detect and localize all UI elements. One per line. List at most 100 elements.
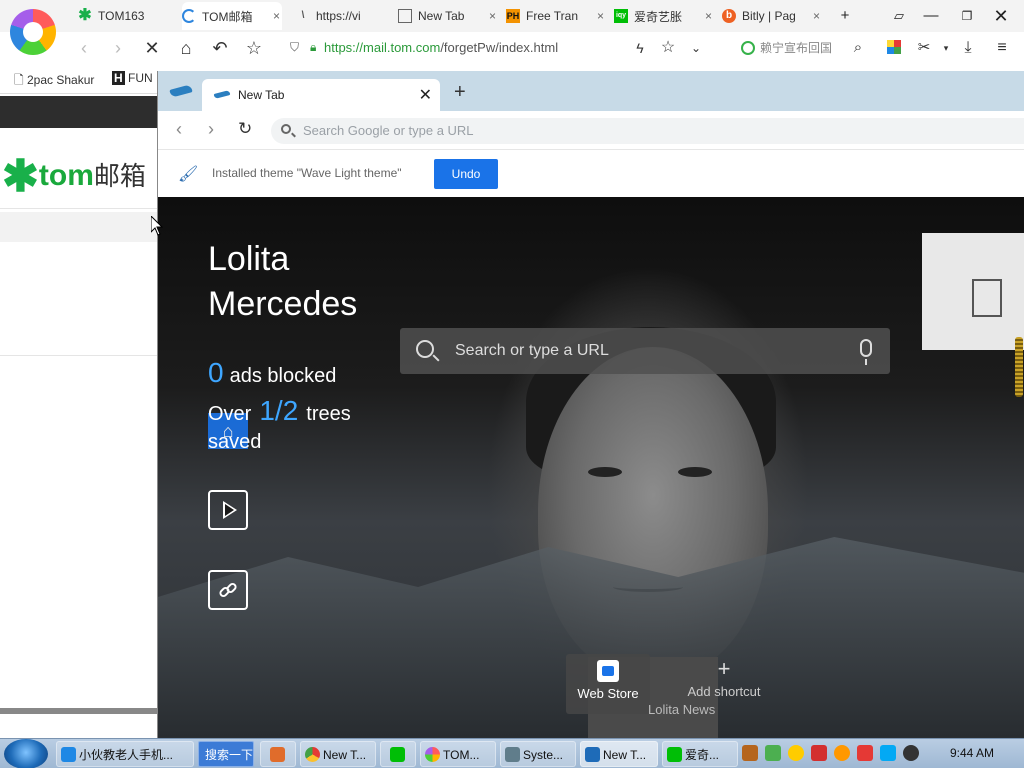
menu-icon[interactable]: ≡: [990, 36, 1014, 60]
close-tab-icon[interactable]: ×: [705, 9, 712, 23]
page-bottom-bar: [0, 708, 160, 714]
play-button[interactable]: [208, 490, 248, 530]
inner-tab-new-tab[interactable]: New Tab ✕: [202, 79, 440, 111]
stop-button[interactable]: ✕: [140, 36, 164, 60]
taskbar-label: New T...: [323, 748, 367, 762]
minimize-button[interactable]: —: [914, 4, 948, 28]
iqiyi-icon: [667, 747, 682, 762]
outer-tab-tom163[interactable]: ✱ TOM163: [78, 2, 178, 30]
taskbar-item-new-tab[interactable]: New T...: [580, 741, 658, 767]
web-store-icon: [597, 660, 619, 682]
close-tab-icon[interactable]: ×: [273, 9, 280, 23]
forward-button[interactable]: ›: [106, 36, 130, 60]
tray-icon[interactable]: [765, 745, 781, 761]
undo-icon[interactable]: ↶: [208, 36, 232, 60]
volume-icon[interactable]: [903, 745, 919, 761]
bookmark-fun[interactable]: H FUN: [112, 71, 153, 85]
ntp-search-box[interactable]: Search or type a URL: [400, 328, 890, 374]
close-window-button[interactable]: ✕: [984, 4, 1018, 28]
restore-button[interactable]: ❐: [950, 4, 984, 28]
page-top-bar: [0, 96, 160, 128]
back-button[interactable]: ‹: [72, 36, 96, 60]
browser-logo-icon[interactable]: [10, 9, 56, 55]
tray-icon[interactable]: [811, 745, 827, 761]
taskbar-search-button[interactable]: 搜索一下: [198, 741, 254, 767]
taskbar-item-app[interactable]: [260, 741, 296, 767]
tray-icon[interactable]: [834, 745, 850, 761]
taskbar-item-ie[interactable]: 小伙教老人手机...: [56, 741, 194, 767]
outer-title-bar: ✱ TOM163 TOM邮箱 × \ https://vi New Tab × …: [0, 0, 1024, 32]
greeting-line1: Lolita: [208, 240, 290, 278]
taskbar-item-iqiyi-window[interactable]: 爱奇...: [662, 741, 738, 767]
outer-tab-label: 爱奇艺胀: [634, 9, 683, 24]
inner-tab-strip: New Tab ✕ +: [158, 71, 1024, 111]
back-button[interactable]: ‹: [176, 119, 182, 140]
outer-tab-tom-mail[interactable]: TOM邮箱 ×: [182, 2, 282, 30]
outer-tab-free-tran[interactable]: PH Free Tran ×: [506, 2, 606, 30]
outer-tab-new-tab[interactable]: New Tab ×: [398, 2, 498, 30]
start-button[interactable]: [4, 739, 48, 768]
skin-button[interactable]: ▱: [882, 4, 916, 28]
new-tab-button[interactable]: +: [828, 4, 862, 28]
shortcut-add[interactable]: + Add shortcut: [682, 654, 766, 714]
bookmark-2pac[interactable]: 🗋︎ 2pac Shakur: [14, 71, 94, 92]
link-icon: [219, 582, 237, 598]
outer-tab-bitly[interactable]: b Bitly | Pag ×: [722, 2, 822, 30]
taskbar-label: New T...: [603, 748, 647, 762]
forward-button[interactable]: ›: [208, 119, 214, 140]
microphone-icon[interactable]: [860, 339, 872, 365]
new-tab-plus-icon[interactable]: +: [454, 81, 466, 104]
ads-label: ads blocked: [229, 365, 337, 387]
home-icon[interactable]: ⌂: [174, 36, 198, 60]
tom-star-icon: ✱: [78, 7, 92, 24]
scrollbar-thumb[interactable]: [1015, 337, 1023, 397]
taskbar-item-system[interactable]: Syste...: [500, 741, 576, 767]
sad-page-card[interactable]: [922, 233, 1024, 350]
iqiyi-icon: iqy: [614, 9, 628, 23]
close-tab-icon[interactable]: ×: [489, 9, 496, 23]
outer-tab-vi[interactable]: \ https://vi: [296, 2, 388, 30]
flag-icon[interactable]: [857, 745, 873, 761]
outer-search-text: 赖宁宣布回国: [760, 41, 833, 55]
chevron-down-icon[interactable]: ▾: [934, 36, 958, 60]
trees-prefix: Over: [208, 403, 252, 425]
clock[interactable]: 9:44 AM: [950, 746, 994, 760]
taskbar-item-chrome[interactable]: New T...: [300, 741, 376, 767]
shortcut-web-store[interactable]: Web Store: [566, 654, 650, 714]
reload-button[interactable]: ↻: [238, 119, 252, 139]
lightning-icon[interactable]: ϟ: [628, 36, 652, 60]
taskbar-label: 小伙教老人手机...: [79, 748, 174, 762]
taskbar-item-tom[interactable]: TOM...: [420, 741, 496, 767]
app-icon: [270, 747, 285, 762]
shield-browser-icon: [585, 747, 600, 762]
omnibox-placeholder: Search Google or type a URL: [303, 123, 474, 138]
logo-text: tom: [38, 159, 94, 192]
inner-browser-window: New Tab ✕ + ‹ › ↻ Search Google or type …: [157, 71, 1024, 738]
undo-button[interactable]: Undo: [434, 159, 498, 189]
star-icon[interactable]: ☆: [242, 36, 266, 60]
taskbar-item-iqiyi[interactable]: [380, 741, 416, 767]
inner-toolbar: ‹ › ↻ Search Google or type a URL: [158, 111, 1024, 149]
monitor-icon[interactable]: [880, 745, 896, 761]
scissors-icon[interactable]: ✂: [912, 36, 936, 60]
close-tab-icon[interactable]: ×: [813, 9, 820, 23]
browser-icon: [425, 747, 440, 762]
inner-omnibox[interactable]: Search Google or type a URL: [271, 118, 1024, 144]
download-icon[interactable]: ⤓: [956, 36, 980, 60]
outer-tab-iqiyi[interactable]: iqy 爱奇艺胀 ×: [614, 2, 714, 30]
greeting-line2: Mercedes: [208, 285, 358, 323]
search-icon[interactable]: ⌕: [846, 36, 870, 60]
close-tab-icon[interactable]: ✕: [419, 85, 432, 105]
inner-tab-label: New Tab: [238, 88, 285, 102]
tray-icon[interactable]: [742, 745, 758, 761]
chevron-down-icon[interactable]: ⌄: [684, 36, 708, 60]
apps-grid-icon[interactable]: [882, 36, 906, 60]
link-button[interactable]: [208, 570, 248, 610]
system-tray: [742, 745, 926, 763]
taskbar-label: 爱奇...: [685, 748, 720, 762]
close-tab-icon[interactable]: ×: [597, 9, 604, 23]
tray-icon[interactable]: [788, 745, 804, 761]
divider: [0, 355, 160, 356]
address-text[interactable]: https://mail.tom.com/forgetPw/index.html: [324, 40, 558, 55]
bookmark-star-icon[interactable]: ☆: [656, 36, 680, 60]
